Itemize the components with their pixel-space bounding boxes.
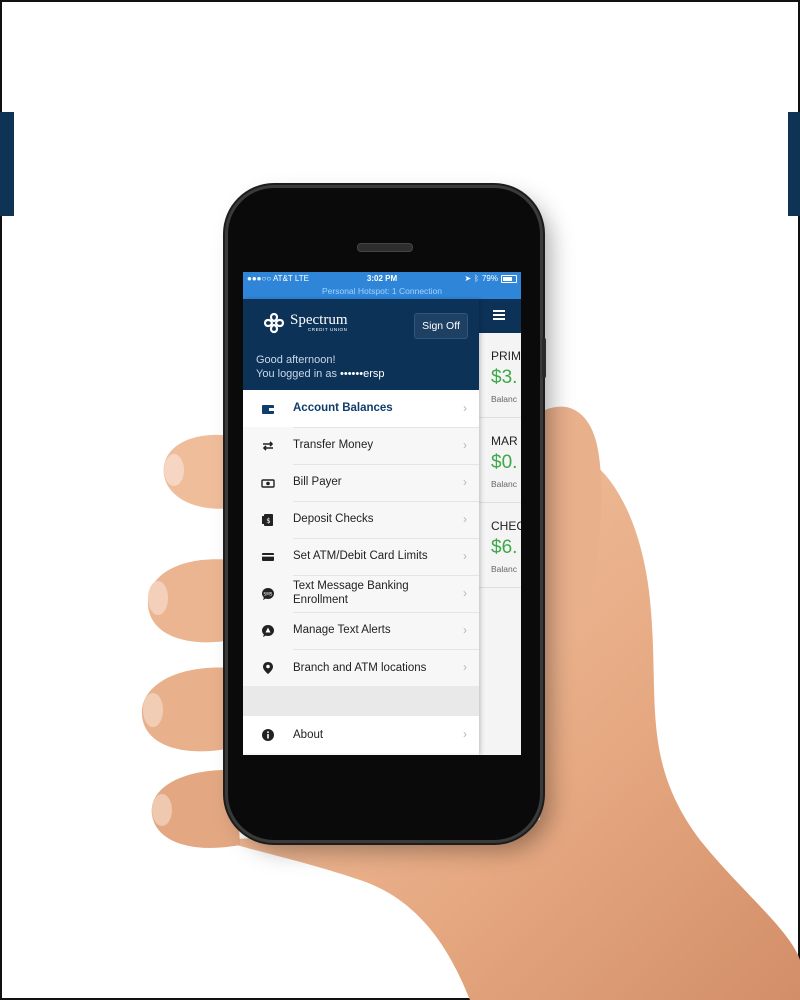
accounts-screen: PRIM $3. Balanc MAR $0. Balanc CHEC $6. Balanc [479, 299, 521, 755]
menu-item-label: Branch and ATM locations [293, 661, 427, 674]
chevron-right-icon: › [463, 586, 467, 600]
menu-item-deposit-checks[interactable]: $ Deposit Checks › [243, 501, 479, 539]
account-balance: $3. [491, 367, 518, 388]
drawer-header: Spectrum CREDIT UNION Sign Off Good afte… [243, 299, 479, 390]
location-arrow-icon: ➤ [464, 274, 472, 283]
cash-icon [243, 477, 293, 489]
status-bar: ●●●○○ AT&T LTE 3:02 PM ➤ ᛒ 79% Personal … [243, 272, 521, 299]
menu-item-text-message-banking-enrollment[interactable]: SMS Text Message Banking Enrollment › [243, 575, 479, 613]
menu-separator [243, 686, 479, 716]
volume-button [542, 338, 546, 378]
balance-caption: Balanc [491, 479, 517, 489]
account-name: CHEC [491, 519, 521, 533]
chevron-right-icon: › [463, 727, 467, 741]
menu-item-label: Transfer Money [293, 427, 479, 465]
account-balance: $0. [491, 452, 518, 473]
logged-in-line: You logged in as ••••••ersp [256, 367, 385, 381]
svg-text:$: $ [266, 517, 270, 525]
battery-level [503, 277, 513, 281]
menu-item-label: Account Balances [293, 390, 479, 428]
credit-card-icon [243, 551, 293, 563]
menu-item-transfer-money[interactable]: Transfer Money › [243, 427, 479, 465]
earpiece-speaker [357, 243, 413, 252]
menu-item-label: Text Message Banking Enrollment [293, 575, 479, 613]
logo-name: Spectrum [290, 312, 348, 328]
menu-item-label: Bill Payer [293, 464, 479, 502]
battery-percent: 79% [481, 274, 498, 283]
balance-caption: Balanc [491, 394, 517, 404]
menu-item-label: Manage Text Alerts [293, 612, 479, 650]
sign-off-button[interactable]: Sign Off [414, 313, 468, 339]
wallet-icon [243, 403, 293, 415]
info-icon [243, 728, 293, 742]
chevron-right-icon: › [463, 401, 467, 415]
navigation-drawer: Spectrum CREDIT UNION Sign Off Good afte… [243, 299, 479, 755]
alert-bubble-icon [243, 624, 293, 638]
menu-item-about[interactable]: About › [243, 716, 479, 753]
spectrum-logo: Spectrum CREDIT UNION [263, 312, 348, 334]
menu-item-set-atm-debit-card-limits[interactable]: Set ATM/Debit Card Limits › [243, 538, 479, 576]
battery-icon [501, 275, 517, 283]
status-right: ➤ ᛒ 79% [464, 274, 517, 284]
menu-item-label: Deposit Checks [293, 501, 479, 539]
menu-item-account-balances[interactable]: Account Balances › [243, 390, 479, 428]
transfer-arrows-icon [243, 440, 293, 452]
chevron-right-icon: › [463, 438, 467, 452]
masked-username: ••••••ersp [340, 368, 385, 380]
greeting-text: Good afternoon! [256, 354, 336, 366]
hamburger-icon[interactable] [493, 310, 505, 322]
menu-item-branch-and-atm-locations[interactable]: Branch and ATM locations › [243, 649, 479, 686]
account-name: MAR [491, 434, 518, 448]
svg-text:SMS: SMS [264, 591, 273, 596]
hotspot-banner[interactable]: Personal Hotspot: 1 Connection [243, 286, 521, 296]
accounts-header [479, 299, 521, 333]
bluetooth-icon: ᛒ [474, 274, 479, 283]
drawer-menu: Account Balances › Transfer Money › Bill Pay… [243, 390, 479, 753]
phone-screen: ●●●○○ AT&T LTE 3:02 PM ➤ ᛒ 79% Personal … [243, 272, 521, 755]
chevron-right-icon: › [463, 660, 467, 674]
greeting-block: Good afternoon! You logged in as ••••••e… [256, 353, 385, 381]
chevron-right-icon: › [463, 623, 467, 637]
menu-item-label: About [293, 728, 324, 741]
menu-item-label: Set ATM/Debit Card Limits [293, 538, 479, 576]
balance-caption: Balanc [491, 564, 517, 574]
account-balance: $6. [491, 537, 518, 558]
check-deposit-icon: $ [243, 513, 293, 527]
spectrum-knot-icon [263, 312, 285, 334]
sms-bubble-icon: SMS [243, 587, 293, 601]
map-pin-icon [243, 661, 293, 675]
chevron-right-icon: › [463, 549, 467, 563]
chevron-right-icon: › [463, 475, 467, 489]
account-row[interactable]: CHEC $6. Balanc [479, 503, 521, 588]
phone-device: ●●●○○ AT&T LTE 3:02 PM ➤ ᛒ 79% Personal … [228, 188, 546, 840]
account-row[interactable]: PRIM $3. Balanc [479, 333, 521, 418]
account-row[interactable]: MAR $0. Balanc [479, 418, 521, 503]
menu-item-bill-payer[interactable]: Bill Payer › [243, 464, 479, 502]
account-name: PRIM [491, 349, 521, 363]
menu-item-manage-text-alerts[interactable]: Manage Text Alerts › [243, 612, 479, 650]
logged-in-prefix: You logged in as [256, 368, 340, 380]
chevron-right-icon: › [463, 512, 467, 526]
